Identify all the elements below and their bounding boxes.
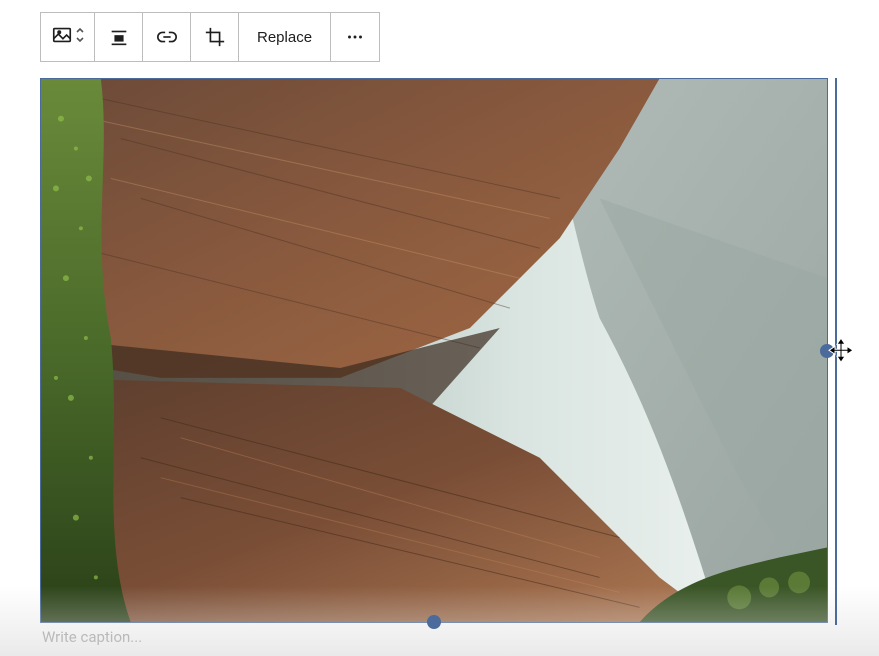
crop-button[interactable] — [191, 13, 239, 61]
caption-input[interactable] — [42, 628, 822, 646]
replace-label: Replace — [257, 29, 312, 46]
link-icon — [156, 26, 178, 48]
more-horizontal-icon — [344, 26, 366, 48]
image-block[interactable] — [40, 78, 828, 623]
image-icon — [51, 24, 73, 50]
resize-edge-right[interactable] — [835, 78, 837, 625]
block-type-switcher[interactable] — [41, 13, 95, 61]
more-options-button[interactable] — [331, 13, 379, 61]
align-center-icon — [108, 26, 130, 48]
chevron-updown-icon — [75, 26, 85, 48]
replace-button[interactable]: Replace — [239, 13, 331, 61]
block-toolbar: Replace — [40, 12, 380, 62]
crop-icon — [204, 26, 226, 48]
align-button[interactable] — [95, 13, 143, 61]
link-button[interactable] — [143, 13, 191, 61]
image-canvas — [41, 79, 827, 622]
resize-handle-right[interactable] — [820, 344, 834, 358]
resize-handle-bottom[interactable] — [427, 615, 441, 629]
